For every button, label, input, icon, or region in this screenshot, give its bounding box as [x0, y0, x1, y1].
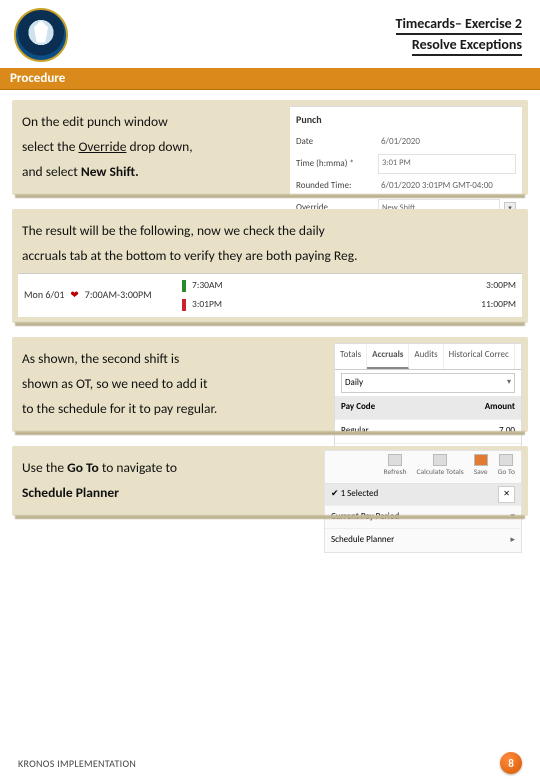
title-line-1: Timecards– Exercise 2 [396, 15, 522, 35]
step-panel-3: As shown, the second shift is shown as O… [12, 337, 528, 432]
step-panel-2: The result will be the following, now we… [12, 209, 528, 323]
tab-totals[interactable]: Totals [335, 344, 367, 369]
page-header: Timecards– Exercise 2 Resolve Exceptions [0, 0, 540, 68]
accruals-scope-select[interactable]: Daily [341, 373, 515, 394]
save-icon [474, 454, 488, 466]
content-area: On the edit punch window select the Over… [0, 90, 540, 516]
timecard-row: Mon 6/01 ❤ 7:00AM-3:00PM 7:30AM 3:01PM 3… [18, 273, 522, 317]
page-number-badge: 8 [500, 752, 522, 774]
page-footer: KRONOS IMPLEMENTATION 8 [0, 752, 540, 774]
step-panel-4: Use the Go To to navigate to Schedule Pl… [12, 446, 528, 516]
calculate-icon [433, 454, 447, 466]
schedule-planner-item[interactable]: Schedule Planner [325, 528, 521, 552]
close-icon[interactable]: ✕ [498, 486, 515, 503]
goto-widget: Refresh Calculate Totals Save Go To ✔ 1 … [324, 450, 522, 553]
save-button[interactable]: Save [474, 454, 488, 480]
punch-row-date: Date6/01/2020 [290, 132, 522, 153]
step1-line2: select the Override drop down, [22, 135, 272, 160]
tab-accruals[interactable]: Accruals [367, 344, 409, 369]
step2-text: The result will be the following, now we… [22, 219, 518, 269]
period-select[interactable]: Current Pay Period [325, 505, 521, 529]
step4-line1: Use the Go To to navigate to [22, 456, 272, 481]
accruals-row: Regular 7.00 [335, 420, 521, 444]
tab-audits[interactable]: Audits [409, 344, 443, 369]
refresh-button[interactable]: Refresh [384, 454, 407, 480]
procedure-heading: Procedure [0, 68, 540, 90]
accruals-tabs: Totals Accruals Audits Historical Correc [335, 344, 521, 370]
punch-row-time: Time (h:mma) *3:01 PM [290, 152, 522, 176]
step3-text: As shown, the second shift is shown as O… [22, 347, 322, 422]
state-seal-icon [14, 8, 68, 62]
step1-text: On the edit punch window select the Over… [22, 110, 272, 185]
indicator-green-icon [182, 280, 186, 292]
chevron-down-icon [510, 509, 515, 526]
selected-bar: ✔ 1 Selected ✕ [325, 484, 521, 505]
goto-button[interactable]: Go To [498, 454, 515, 480]
tab-historical[interactable]: Historical Correc [444, 344, 515, 369]
indicator-red-icon [182, 299, 186, 311]
title-block: Timecards– Exercise 2 Resolve Exceptions [396, 14, 522, 56]
chevron-right-icon [510, 532, 515, 549]
timecard-day: Mon 6/01 ❤ 7:00AM-3:00PM [24, 286, 174, 305]
calculate-button[interactable]: Calculate Totals [417, 454, 464, 480]
step4-text: Use the Go To to navigate to Schedule Pl… [22, 456, 272, 506]
refresh-icon [388, 454, 402, 466]
step1-line3: and select New Shift. [22, 160, 272, 185]
heart-icon: ❤ [70, 286, 78, 305]
accruals-header: Pay Code Amount [335, 396, 521, 420]
goto-icon [499, 454, 513, 466]
step1-line1: On the edit punch window [22, 110, 272, 135]
punch-title: Punch [290, 107, 522, 132]
step-panel-1: On the edit punch window select the Over… [12, 100, 528, 195]
footer-text: KRONOS IMPLEMENTATION [18, 757, 136, 770]
punch-time-input[interactable]: 3:01 PM [378, 154, 516, 174]
toolbar: Refresh Calculate Totals Save Go To [325, 451, 521, 484]
punch-row-rounded: Rounded Time:6/01/2020 3:01PM GMT-04:00 [290, 176, 522, 197]
title-line-2: Resolve Exceptions [412, 36, 522, 56]
